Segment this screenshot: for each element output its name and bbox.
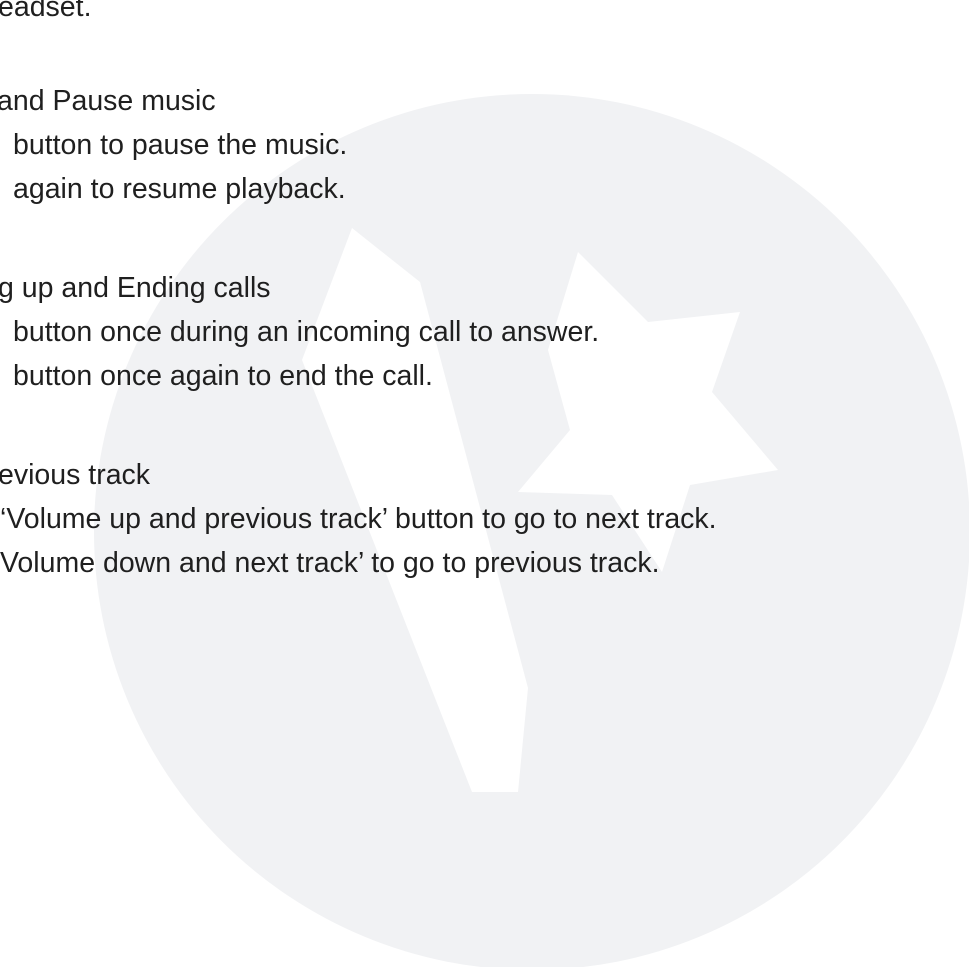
- section-heading-play-pause: and Pause music: [0, 85, 216, 117]
- manual-page: eadset. and Pause music button to pause …: [0, 0, 969, 967]
- section-line-end-call: button once again to end the call.: [13, 360, 433, 392]
- section-line-answer: button once during an incoming call to a…: [13, 316, 600, 348]
- section-heading-calls: g up and Ending calls: [0, 272, 271, 304]
- section-line-resume: again to resume playback.: [13, 173, 346, 205]
- section-line-next-track: ‘Volume up and previous track’ button to…: [0, 503, 717, 535]
- section-heading-tracks: evious track: [0, 459, 151, 491]
- section-line-pause: button to pause the music.: [13, 129, 348, 161]
- intro-text-tail: eadset.: [0, 0, 92, 23]
- section-line-previous-track: Volume down and next track’ to go to pre…: [0, 547, 660, 579]
